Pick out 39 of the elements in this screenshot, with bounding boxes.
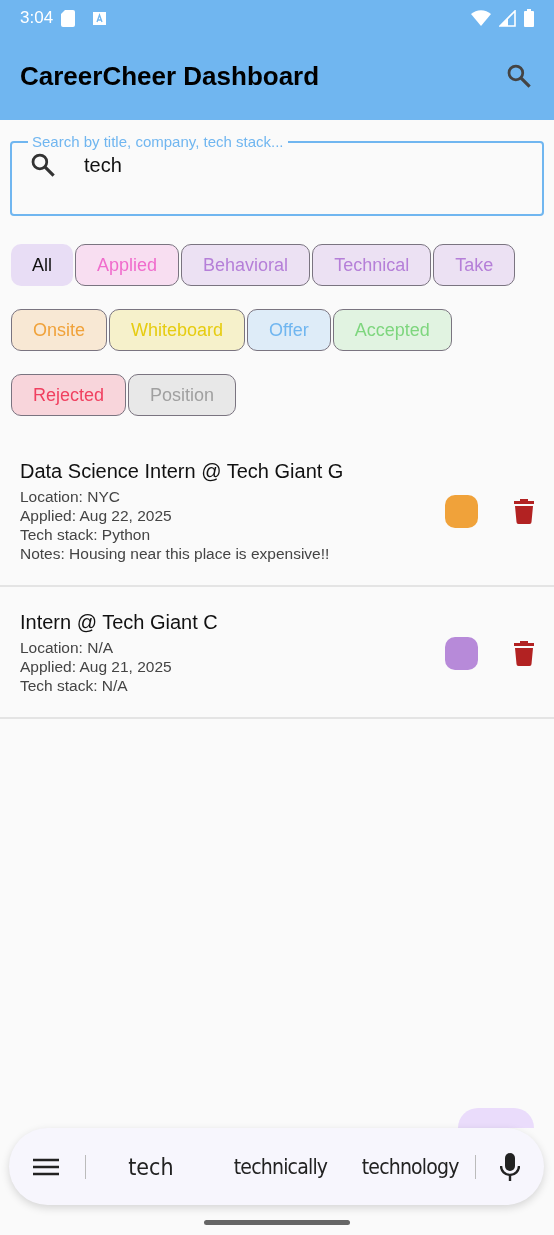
job-detail: Tech stack: Python	[20, 526, 152, 544]
microphone-icon[interactable]	[500, 1152, 520, 1181]
battery-icon	[524, 9, 534, 27]
job-detail: Applied: Aug 22, 2025	[20, 507, 173, 525]
search-field[interactable]: Search by title, company, tech stack... tech	[10, 133, 544, 216]
suggestion-word[interactable]: technology	[345, 1154, 475, 1179]
filter-chip[interactable]: Technical	[312, 244, 432, 286]
delete-icon[interactable]	[514, 640, 534, 666]
suggestion-word[interactable]: tech	[86, 1153, 216, 1180]
app-title: CareerCheer Dashboard	[20, 60, 320, 92]
status-swatch[interactable]	[445, 636, 478, 670]
filter-chip[interactable]: Accepted	[332, 309, 452, 351]
job-detail: Applied: Aug 21, 2025	[20, 658, 173, 676]
filter-chip[interactable]: Position	[128, 374, 237, 416]
delete-icon[interactable]	[514, 499, 534, 524]
job-detail: Notes: Housing near this place is expensive!!	[20, 545, 331, 563]
search-input[interactable]: tech	[82, 152, 526, 178]
menu-icon[interactable]	[33, 1157, 59, 1176]
job-detail: Tech stack: N/A	[20, 677, 129, 695]
sd-card-icon	[61, 9, 76, 27]
filter-chip[interactable]: Onsite	[11, 309, 108, 351]
keyboard-app-icon	[93, 11, 107, 25]
job-detail: Location: NYC	[20, 488, 121, 506]
filter-chip[interactable]: Take	[433, 244, 516, 286]
job-title: Data Science Intern @ Tech Giant G	[20, 460, 345, 483]
suggestion-word[interactable]: technically	[215, 1154, 346, 1179]
status-swatch[interactable]	[445, 495, 478, 528]
filter-chip[interactable]: Behavioral	[181, 244, 311, 286]
filter-chip[interactable]: Whiteboard	[109, 309, 246, 351]
filter-chip[interactable]: Rejected	[11, 374, 127, 416]
signal-icon	[499, 9, 516, 27]
job-detail: Location: N/A	[20, 639, 115, 657]
filter-chip[interactable]: Offer	[247, 309, 331, 351]
field-label: Search by title, company, tech stack...	[31, 133, 285, 150]
wifi-icon	[471, 10, 491, 26]
status-time: 3:04	[20, 8, 54, 28]
filter-chip[interactable]: All	[11, 244, 73, 286]
job-title: Intern @ Tech Giant C	[20, 611, 219, 634]
filter-chip[interactable]: Applied	[75, 244, 180, 286]
